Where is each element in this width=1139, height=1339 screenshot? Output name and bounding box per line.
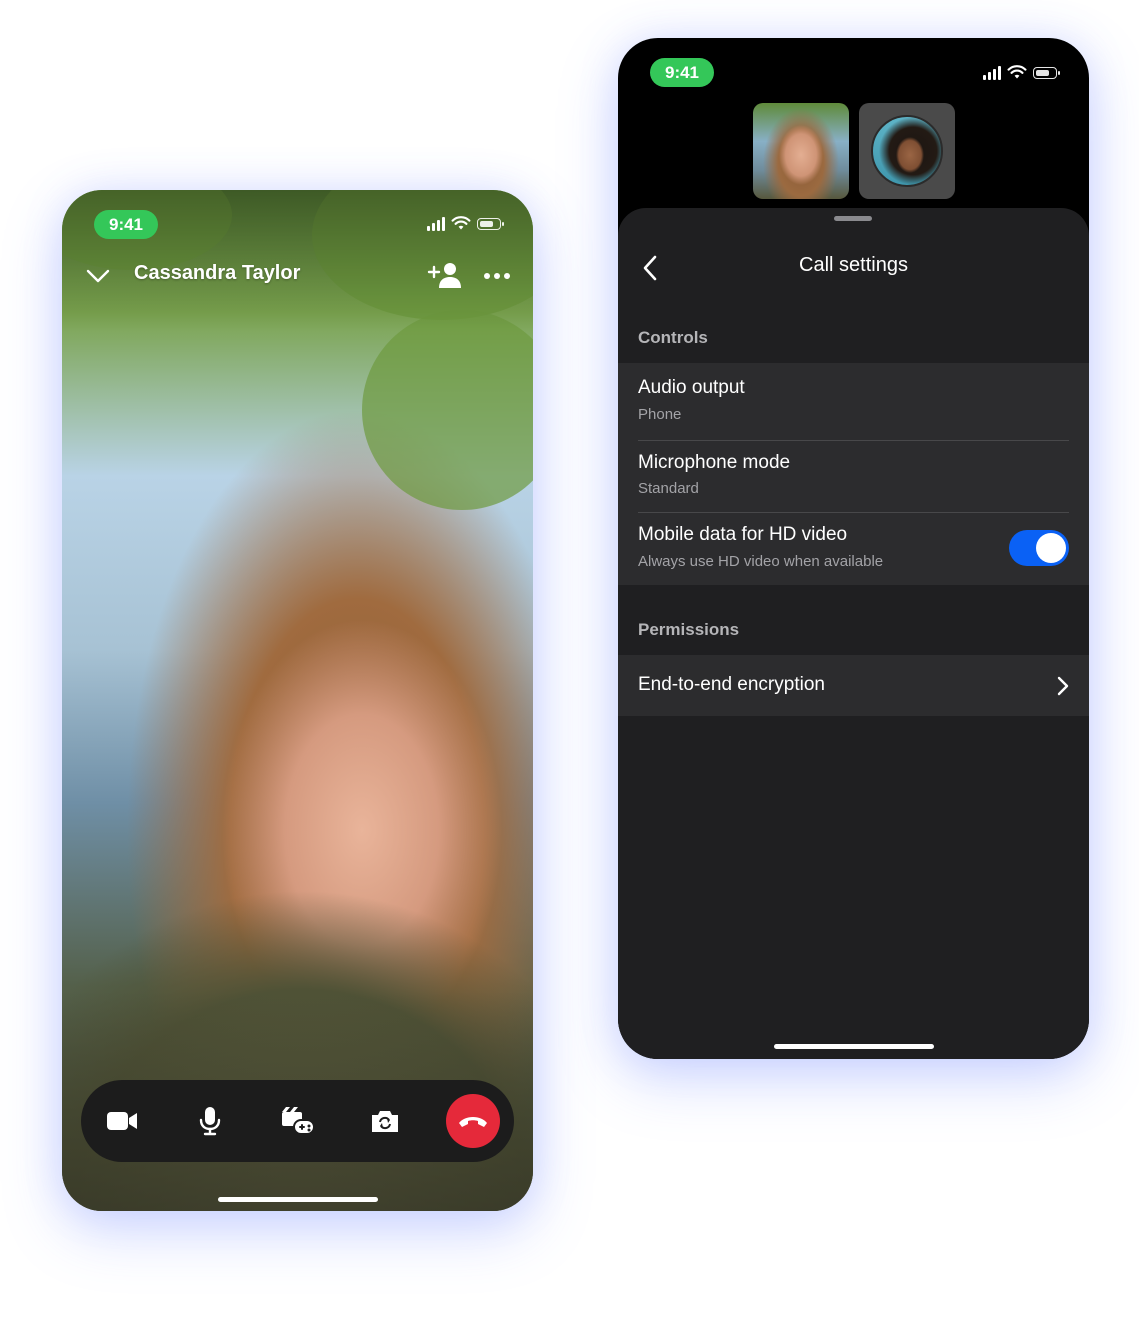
hd-video-title: Mobile data for HD video — [638, 524, 848, 545]
end-call-button[interactable] — [446, 1094, 500, 1148]
status-icons — [983, 65, 1060, 80]
section-label-controls: Controls — [638, 328, 708, 347]
microphone-mode-value: Standard — [638, 480, 699, 497]
audio-output-value: Phone — [638, 406, 682, 423]
status-time: 9:41 — [94, 210, 158, 239]
signal-icon — [983, 65, 1001, 80]
contact-name: Cassandra Taylor — [134, 262, 301, 284]
avatar — [871, 115, 943, 187]
home-indicator — [218, 1197, 378, 1202]
call-settings-screen: 9:41 Call settings Controls Audio output… — [618, 38, 1089, 1059]
add-person-icon[interactable] — [426, 260, 464, 290]
hd-video-subtitle: Always use HD video when available — [638, 553, 884, 570]
microphone-mode-row[interactable]: Microphone mode Standard — [638, 440, 1069, 513]
sheet-drag-handle[interactable] — [834, 216, 872, 221]
participant-thumbnail[interactable] — [859, 103, 955, 199]
chevron-down-icon[interactable] — [84, 262, 112, 290]
microphone-icon[interactable] — [190, 1101, 230, 1141]
signal-icon — [427, 216, 445, 231]
tree-foliage — [362, 310, 533, 510]
home-indicator — [774, 1044, 934, 1049]
call-settings-sheet: Call settings Controls Audio output Phon… — [618, 208, 1089, 1059]
hd-video-toggle[interactable] — [1009, 530, 1069, 566]
self-video-thumbnail[interactable] — [753, 103, 849, 199]
video-camera-icon[interactable] — [102, 1101, 142, 1141]
audio-output-title: Audio output — [638, 377, 745, 398]
section-label-permissions: Permissions — [638, 620, 740, 639]
hd-video-row: Mobile data for HD video Always use HD v… — [638, 512, 1069, 585]
call-header: Cassandra Taylor — [62, 252, 533, 296]
more-dots-icon[interactable] — [482, 264, 512, 288]
effects-icon[interactable] — [278, 1101, 318, 1141]
flip-camera-icon[interactable] — [365, 1101, 405, 1141]
battery-icon — [477, 217, 504, 230]
status-time: 9:41 — [650, 58, 714, 87]
audio-output-row[interactable]: Audio output Phone — [638, 363, 1069, 440]
sheet-title: Call settings — [799, 254, 908, 276]
wifi-icon — [451, 216, 471, 230]
toggle-knob — [1036, 533, 1066, 563]
status-icons — [427, 216, 504, 231]
encryption-row-content: End-to-end encryption — [638, 655, 1069, 716]
end-call-icon — [459, 1117, 487, 1127]
battery-icon — [1033, 66, 1060, 79]
chevron-right-icon — [1055, 675, 1071, 697]
call-control-bar — [81, 1080, 514, 1162]
microphone-mode-title: Microphone mode — [638, 452, 791, 473]
encryption-title: End-to-end encryption — [638, 674, 825, 695]
wifi-icon — [1007, 65, 1027, 79]
controls-group: Audio output Phone Microphone mode Stand… — [618, 363, 1089, 585]
video-call-screen: 9:41 Cassandra Taylor — [62, 190, 533, 1211]
encryption-row[interactable]: End-to-end encryption — [618, 655, 1089, 716]
